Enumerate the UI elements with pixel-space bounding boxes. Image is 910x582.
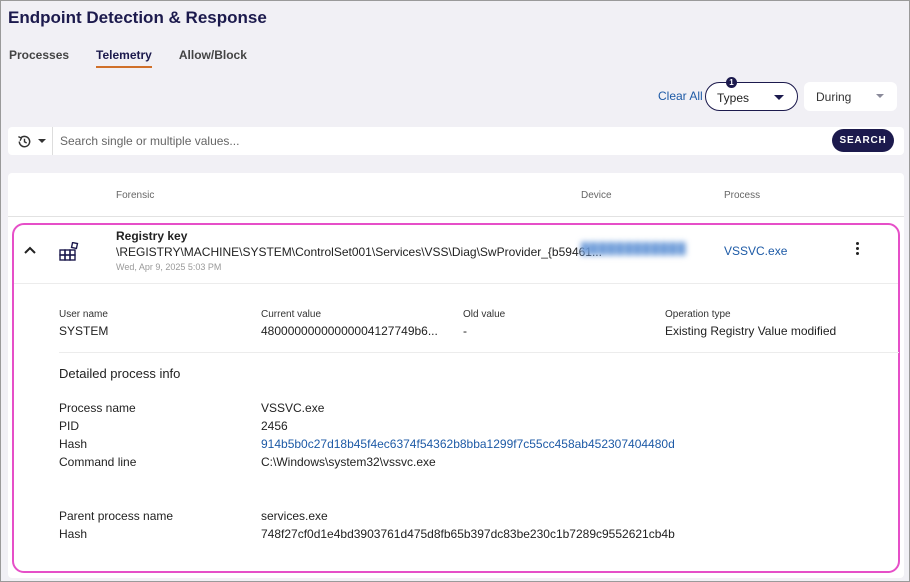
detail-divider bbox=[59, 352, 899, 353]
column-header-process: Process bbox=[724, 190, 761, 201]
page-title: Endpoint Detection & Response bbox=[8, 8, 267, 27]
device-name-redacted[interactable]: ████████████ bbox=[581, 243, 687, 255]
search-input[interactable] bbox=[54, 127, 824, 155]
types-filter-dropdown[interactable]: 1 Types bbox=[705, 77, 798, 111]
table-row-expanded: Registry key \REGISTRY\MACHINE\SYSTEM\Co… bbox=[12, 223, 900, 573]
command-line-value: C:\Windows\system32\vssvc.exe bbox=[261, 455, 436, 469]
types-count-badge: 1 bbox=[726, 77, 737, 88]
user-name-label: User name bbox=[59, 309, 108, 320]
search-history-button[interactable] bbox=[8, 127, 53, 155]
old-value-label: Old value bbox=[463, 309, 506, 320]
header-divider bbox=[8, 216, 904, 217]
hash-label: Hash bbox=[59, 437, 88, 451]
during-filter-label: During bbox=[816, 90, 852, 104]
current-value-value: 48000000000000004127749b6... bbox=[261, 324, 438, 338]
caret-down-icon bbox=[774, 95, 784, 100]
results-panel: Forensic Device Process Registry key \RE… bbox=[8, 173, 904, 578]
row-divider bbox=[14, 283, 898, 284]
operation-type-label: Operation type bbox=[665, 309, 731, 320]
clear-all-link[interactable]: Clear All bbox=[658, 89, 703, 103]
parent-process-name-value: services.exe bbox=[261, 509, 328, 523]
column-header-device: Device bbox=[581, 190, 612, 201]
pid-label: PID bbox=[59, 419, 80, 433]
more-actions-button[interactable] bbox=[852, 241, 862, 259]
forensic-title: Registry key bbox=[116, 229, 188, 243]
chevron-up-icon[interactable] bbox=[24, 246, 36, 254]
tab-processes[interactable]: Processes bbox=[9, 47, 69, 68]
old-value-value: - bbox=[463, 324, 467, 338]
tab-allow-block[interactable]: Allow/Block bbox=[179, 47, 247, 68]
operation-type-value: Existing Registry Value modified bbox=[665, 324, 837, 338]
parent-hash-label: Hash bbox=[59, 527, 88, 541]
column-header-forensic: Forensic bbox=[116, 190, 155, 201]
tab-bar: Processes Telemetry Allow/Block bbox=[9, 47, 274, 68]
tab-telemetry[interactable]: Telemetry bbox=[96, 47, 152, 68]
search-button[interactable]: SEARCH bbox=[832, 129, 894, 152]
parent-process-name-label: Parent process name bbox=[59, 509, 174, 523]
history-icon bbox=[18, 135, 31, 148]
hash-link[interactable]: 914b5b0c27d18b45f4ec6374f54362b8bba1299f… bbox=[261, 437, 675, 451]
process-info-heading: Detailed process info bbox=[59, 366, 181, 381]
forensic-path: \REGISTRY\MACHINE\SYSTEM\ControlSet001\S… bbox=[116, 245, 602, 259]
during-filter-dropdown[interactable]: During bbox=[804, 82, 897, 111]
kebab-menu-icon bbox=[855, 242, 859, 245]
pid-value: 2456 bbox=[261, 419, 288, 433]
process-name-value: VSSVC.exe bbox=[261, 401, 325, 415]
event-timestamp: Wed, Apr 9, 2025 5:03 PM bbox=[116, 262, 222, 272]
caret-down-icon bbox=[876, 94, 884, 98]
registry-key-icon bbox=[59, 242, 79, 261]
current-value-label: Current value bbox=[261, 309, 322, 320]
command-line-label: Command line bbox=[59, 455, 137, 469]
types-filter-label: Types bbox=[717, 91, 750, 105]
process-name-label: Process name bbox=[59, 401, 136, 415]
parent-hash-value: 748f27cf0d1e4bd3903761d475d8fb65b397dc83… bbox=[261, 527, 675, 541]
process-link[interactable]: VSSVC.exe bbox=[724, 244, 787, 258]
caret-down-icon bbox=[38, 139, 46, 143]
user-name-value: SYSTEM bbox=[59, 324, 109, 338]
search-bar: SEARCH bbox=[8, 127, 904, 155]
